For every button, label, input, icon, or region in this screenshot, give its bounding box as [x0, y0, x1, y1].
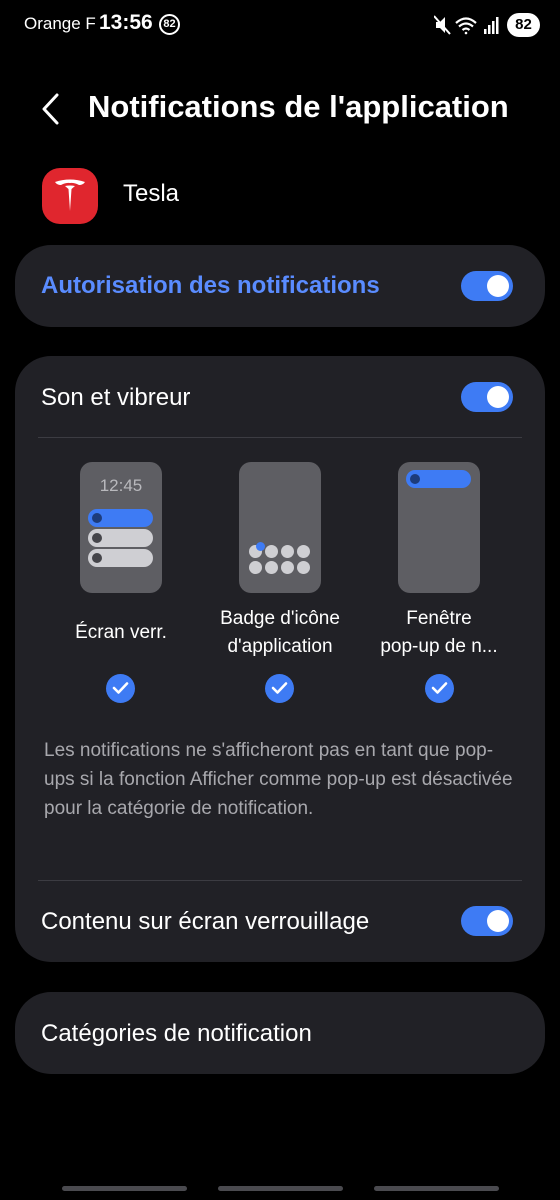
preview-time: 12:45 [99, 476, 143, 495]
page-title: Notifications de l'application [88, 89, 509, 124]
status-bar: Orange F 13:56 82 82 [0, 0, 560, 50]
lock-screen-option-label: Écran verr. [41, 619, 201, 647]
app-badge-preview[interactable] [239, 462, 321, 593]
popup-info-text: Les notifications ne s'afficheront pas e… [44, 740, 513, 819]
option-label-line: Fenêtre [406, 608, 472, 629]
app-badge-check-icon[interactable] [265, 674, 294, 703]
tesla-app-icon [42, 168, 98, 224]
popup-window-option-label: Fenêtre pop-up de n... [359, 605, 519, 661]
allow-notifications-toggle[interactable] [461, 271, 513, 301]
nav-back-button[interactable] [374, 1186, 499, 1191]
battery-indicator: 82 [507, 13, 540, 37]
lock-screen-preview[interactable]: 12:45 [80, 462, 162, 593]
lock-content-label: Contenu sur écran verrouillage [41, 908, 370, 935]
preview-notification-pill [88, 549, 153, 567]
popup-window-preview[interactable] [398, 462, 480, 593]
sound-vibration-label: Son et vibreur [41, 384, 191, 411]
wifi-icon [455, 17, 477, 35]
lock-content-toggle[interactable] [461, 906, 513, 936]
notification-settings-card: Son et vibreur 12:45 Écran verr. Badge d… [15, 356, 545, 962]
app-badge-option-label: Badge d'icône d'application [200, 605, 360, 661]
mute-icon [434, 15, 451, 35]
notification-categories-label: Catégories de notification [41, 1020, 312, 1047]
signal-icon [484, 17, 499, 34]
sound-vibration-toggle[interactable] [461, 382, 513, 412]
app-name: Tesla [123, 180, 180, 207]
divider [38, 880, 522, 881]
option-label-line: Écran verr. [75, 622, 167, 643]
badge-dot [256, 542, 265, 551]
option-label-line: pop-up de n... [380, 636, 498, 657]
preview-notification-pill [88, 509, 153, 527]
nav-home-button[interactable] [218, 1186, 343, 1191]
back-arrow-icon[interactable] [38, 92, 66, 126]
lock-screen-check-icon[interactable] [106, 674, 135, 703]
preview-notification-pill [88, 529, 153, 547]
divider [38, 437, 522, 438]
allow-notifications-card: Autorisation des notifications [15, 245, 545, 327]
notification-count-badge: 82 [159, 14, 180, 35]
carrier-name: Orange F [24, 14, 96, 33]
notification-categories-button[interactable]: Catégories de notification [15, 992, 545, 1074]
nav-recents-button[interactable] [62, 1186, 187, 1191]
allow-notifications-label: Autorisation des notifications [41, 272, 380, 299]
option-label-line: d'application [227, 636, 333, 657]
preview-popup-pill [406, 470, 471, 488]
status-icons [434, 15, 499, 35]
tesla-logo-icon [55, 179, 85, 211]
clock: 13:56 [99, 11, 153, 34]
popup-window-check-icon[interactable] [425, 674, 454, 703]
option-label-line: Badge d'icône [220, 608, 340, 629]
